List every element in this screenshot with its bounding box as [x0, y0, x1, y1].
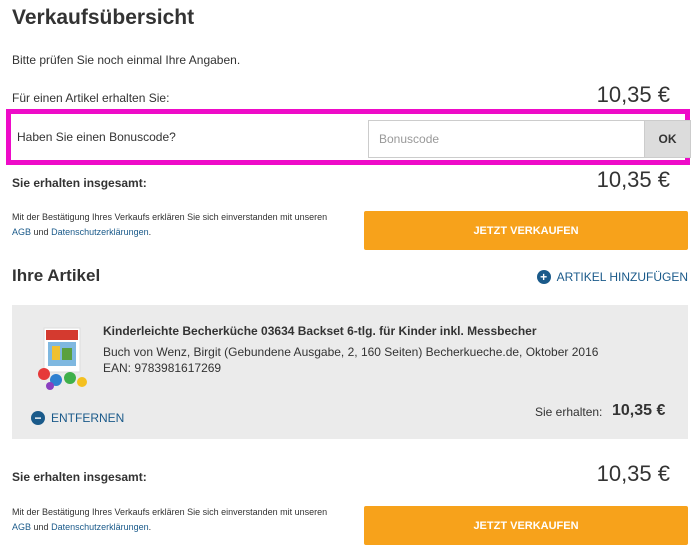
remove-item-button[interactable]: − ENTFERNEN — [31, 411, 124, 425]
per-item-price: 10,35 € — [596, 82, 670, 107]
remove-label: ENTFERNEN — [51, 411, 125, 425]
book-cover-thumbnail — [38, 327, 87, 390]
sell-now-button[interactable]: JETZT VERKAUFEN — [364, 211, 688, 250]
page-title: Verkaufsübersicht — [12, 6, 195, 29]
item-ean: EAN: 9783981617269 — [103, 361, 222, 375]
add-item-label: ARTIKEL HINZUFÜGEN — [556, 270, 688, 284]
footer-agb-link[interactable]: AGB — [12, 522, 31, 532]
items-section-title: Ihre Artikel — [12, 266, 101, 285]
footer-sell-now-button[interactable]: JETZT VERKAUFEN — [364, 506, 688, 545]
footer-total-price: 10,35 € — [596, 461, 670, 486]
bonus-code-input[interactable] — [368, 120, 644, 158]
minus-circle-icon: − — [31, 411, 45, 425]
total-label: Sie erhalten insgesamt: — [12, 176, 147, 190]
add-item-button[interactable]: + ARTIKEL HINZUFÜGEN — [536, 270, 688, 284]
agb-link[interactable]: AGB — [12, 227, 31, 237]
privacy-link[interactable]: Datenschutzerklärungen — [51, 227, 149, 237]
item-price: 10,35 € — [612, 402, 666, 419]
item-meta: Buch von Wenz, Birgit (Gebundene Ausgabe… — [103, 345, 599, 359]
per-item-label: Für einen Artikel erhalten Sie: — [12, 91, 170, 105]
bonus-ok-button[interactable]: OK — [644, 120, 691, 158]
item-title[interactable]: Kinderleichte Becherküche 03634 Backset … — [103, 324, 537, 338]
footer-total-label: Sie erhalten insgesamt: — [12, 470, 147, 484]
total-price: 10,35 € — [596, 167, 670, 192]
bonus-code-section: Haben Sie einen Bonuscode? OK — [6, 109, 691, 165]
legal-notice: Mit der Bestätigung Ihres Verkaufs erklä… — [12, 212, 328, 237]
intro-text: Bitte prüfen Sie noch einmal Ihre Angabe… — [12, 53, 241, 67]
plus-circle-icon: + — [536, 270, 551, 284]
footer-privacy-link[interactable]: Datenschutzerklärungen — [51, 522, 149, 532]
item-price-label: Sie erhalten: — [535, 405, 603, 419]
bonus-label: Haben Sie einen Bonuscode? — [17, 130, 176, 144]
footer-legal-notice: Mit der Bestätigung Ihres Verkaufs erklä… — [12, 507, 328, 532]
list-item: Kinderleichte Becherküche 03634 Backset … — [12, 305, 688, 439]
